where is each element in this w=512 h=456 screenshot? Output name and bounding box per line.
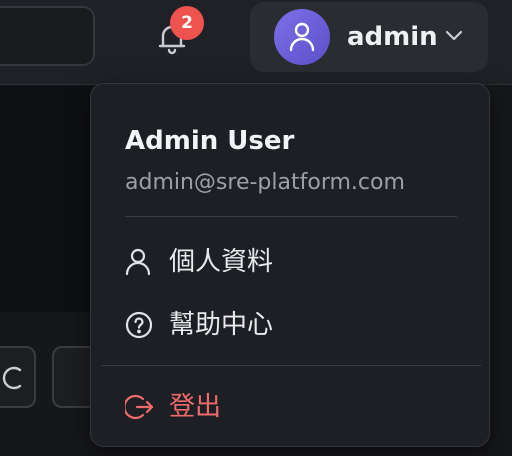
divider [125, 216, 457, 217]
menu-item-label: 個人資料 [169, 247, 274, 277]
refresh-button[interactable] [0, 346, 36, 408]
user-name: admin [347, 22, 438, 52]
divider [101, 365, 481, 366]
menu-item-label: 幫助中心 [169, 310, 274, 340]
help-circle-icon [125, 311, 153, 339]
logout-icon [125, 394, 154, 420]
search-input[interactable] [0, 6, 95, 66]
refresh-icon [2, 366, 22, 390]
user-icon [125, 248, 151, 276]
chevron-down-icon [445, 30, 463, 41]
menu-item-help[interactable]: 幫助中心 [115, 299, 467, 349]
user-dropdown-menu: Admin User admin@sre-platform.com 個人資料 幫… [90, 83, 490, 447]
menu-item-logout[interactable]: 登出 [115, 381, 467, 431]
dropdown-user-email: admin@sre-platform.com [125, 170, 405, 195]
menu-item-profile[interactable]: 個人資料 [115, 236, 467, 286]
menu-item-label: 登出 [169, 392, 222, 422]
content-panel [0, 86, 100, 312]
user-menu-button[interactable]: admin [250, 2, 488, 72]
user-icon [289, 22, 315, 52]
top-header: 2 admin [0, 0, 512, 85]
dropdown-user-name: Admin User [125, 126, 295, 156]
notification-count-badge: 2 [170, 6, 204, 40]
avatar [274, 9, 330, 65]
